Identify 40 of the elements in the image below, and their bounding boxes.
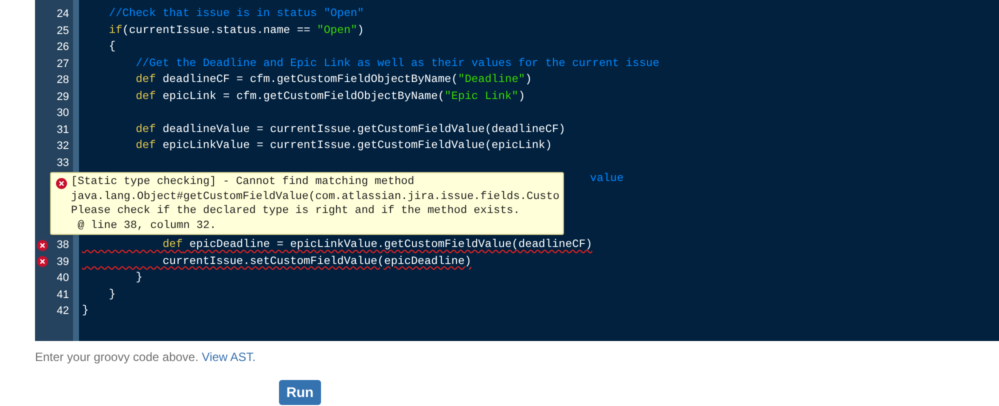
- error-icon: [37, 256, 48, 268]
- error-message: java.lang.Object#getCustomFieldValue(com.atlassian.jira.issue.fields.Custo: [71, 190, 560, 204]
- code-line: def epicLink = cfm.getCustomFieldObjectByName("Epic Link"): [134, 90, 526, 102]
- line-number: 39: [56, 254, 69, 270]
- error-message: Please check if the declared type is right and if the method exists.: [71, 204, 520, 218]
- view-ast-link[interactable]: View AST.: [202, 350, 256, 364]
- line-number: 31: [56, 122, 69, 138]
- code-line: {: [108, 41, 116, 53]
- line-number: 26: [56, 40, 69, 55]
- error-message: @ line 38, column 32.: [76, 218, 216, 233]
- line-number: 42: [56, 304, 69, 319]
- error-message: [Static type checking] - Cannot find matching method: [71, 175, 414, 190]
- line-number: 24: [56, 7, 69, 22]
- code-line: //Get the Deadline and Epic Link as well as their values for the current issue: [134, 58, 660, 70]
- code-line: def epicDeadline = epicLinkValue.getCustomFieldValue(deadlineCF): [162, 239, 592, 251]
- code-line: def epicLinkValue = currentIssue.getCustomFieldValue(epicLink): [134, 140, 552, 152]
- line-number: 25: [56, 24, 69, 38]
- code-line: def deadlineValue = currentIssue.getCustomFieldValue(deadlineCF): [134, 124, 566, 136]
- code-line: }: [108, 288, 116, 300]
- error-icon: [56, 178, 67, 189]
- line-number: 28: [56, 73, 69, 88]
- line-number: 33: [56, 156, 69, 170]
- line-number: 38: [56, 238, 69, 253]
- code-line: if(currentIssue.status.name == "Open"): [108, 24, 364, 36]
- code-line: value: [590, 173, 624, 185]
- hint-text: Enter your groovy code above.: [35, 350, 200, 364]
- code-line: }: [82, 305, 89, 317]
- line-number: 29: [56, 90, 69, 104]
- line-number: 41: [56, 288, 69, 302]
- code-line: currentIssue.setCustomFieldValue(epicDeadline): [162, 256, 472, 268]
- line-number: 40: [56, 271, 69, 286]
- run-button[interactable]: Run: [279, 380, 321, 405]
- code-editor[interactable]: [35, 0, 999, 341]
- error-icon: [37, 240, 48, 251]
- code-line: }: [134, 272, 142, 284]
- line-number: 32: [56, 139, 69, 154]
- code-line: //Check that issue is in status "Open": [108, 8, 364, 20]
- line-number: 27: [56, 56, 69, 72]
- line-number: 30: [56, 106, 69, 121]
- code-line: def deadlineCF = cfm.getCustomFieldObjectByName("Deadline"): [134, 74, 532, 86]
